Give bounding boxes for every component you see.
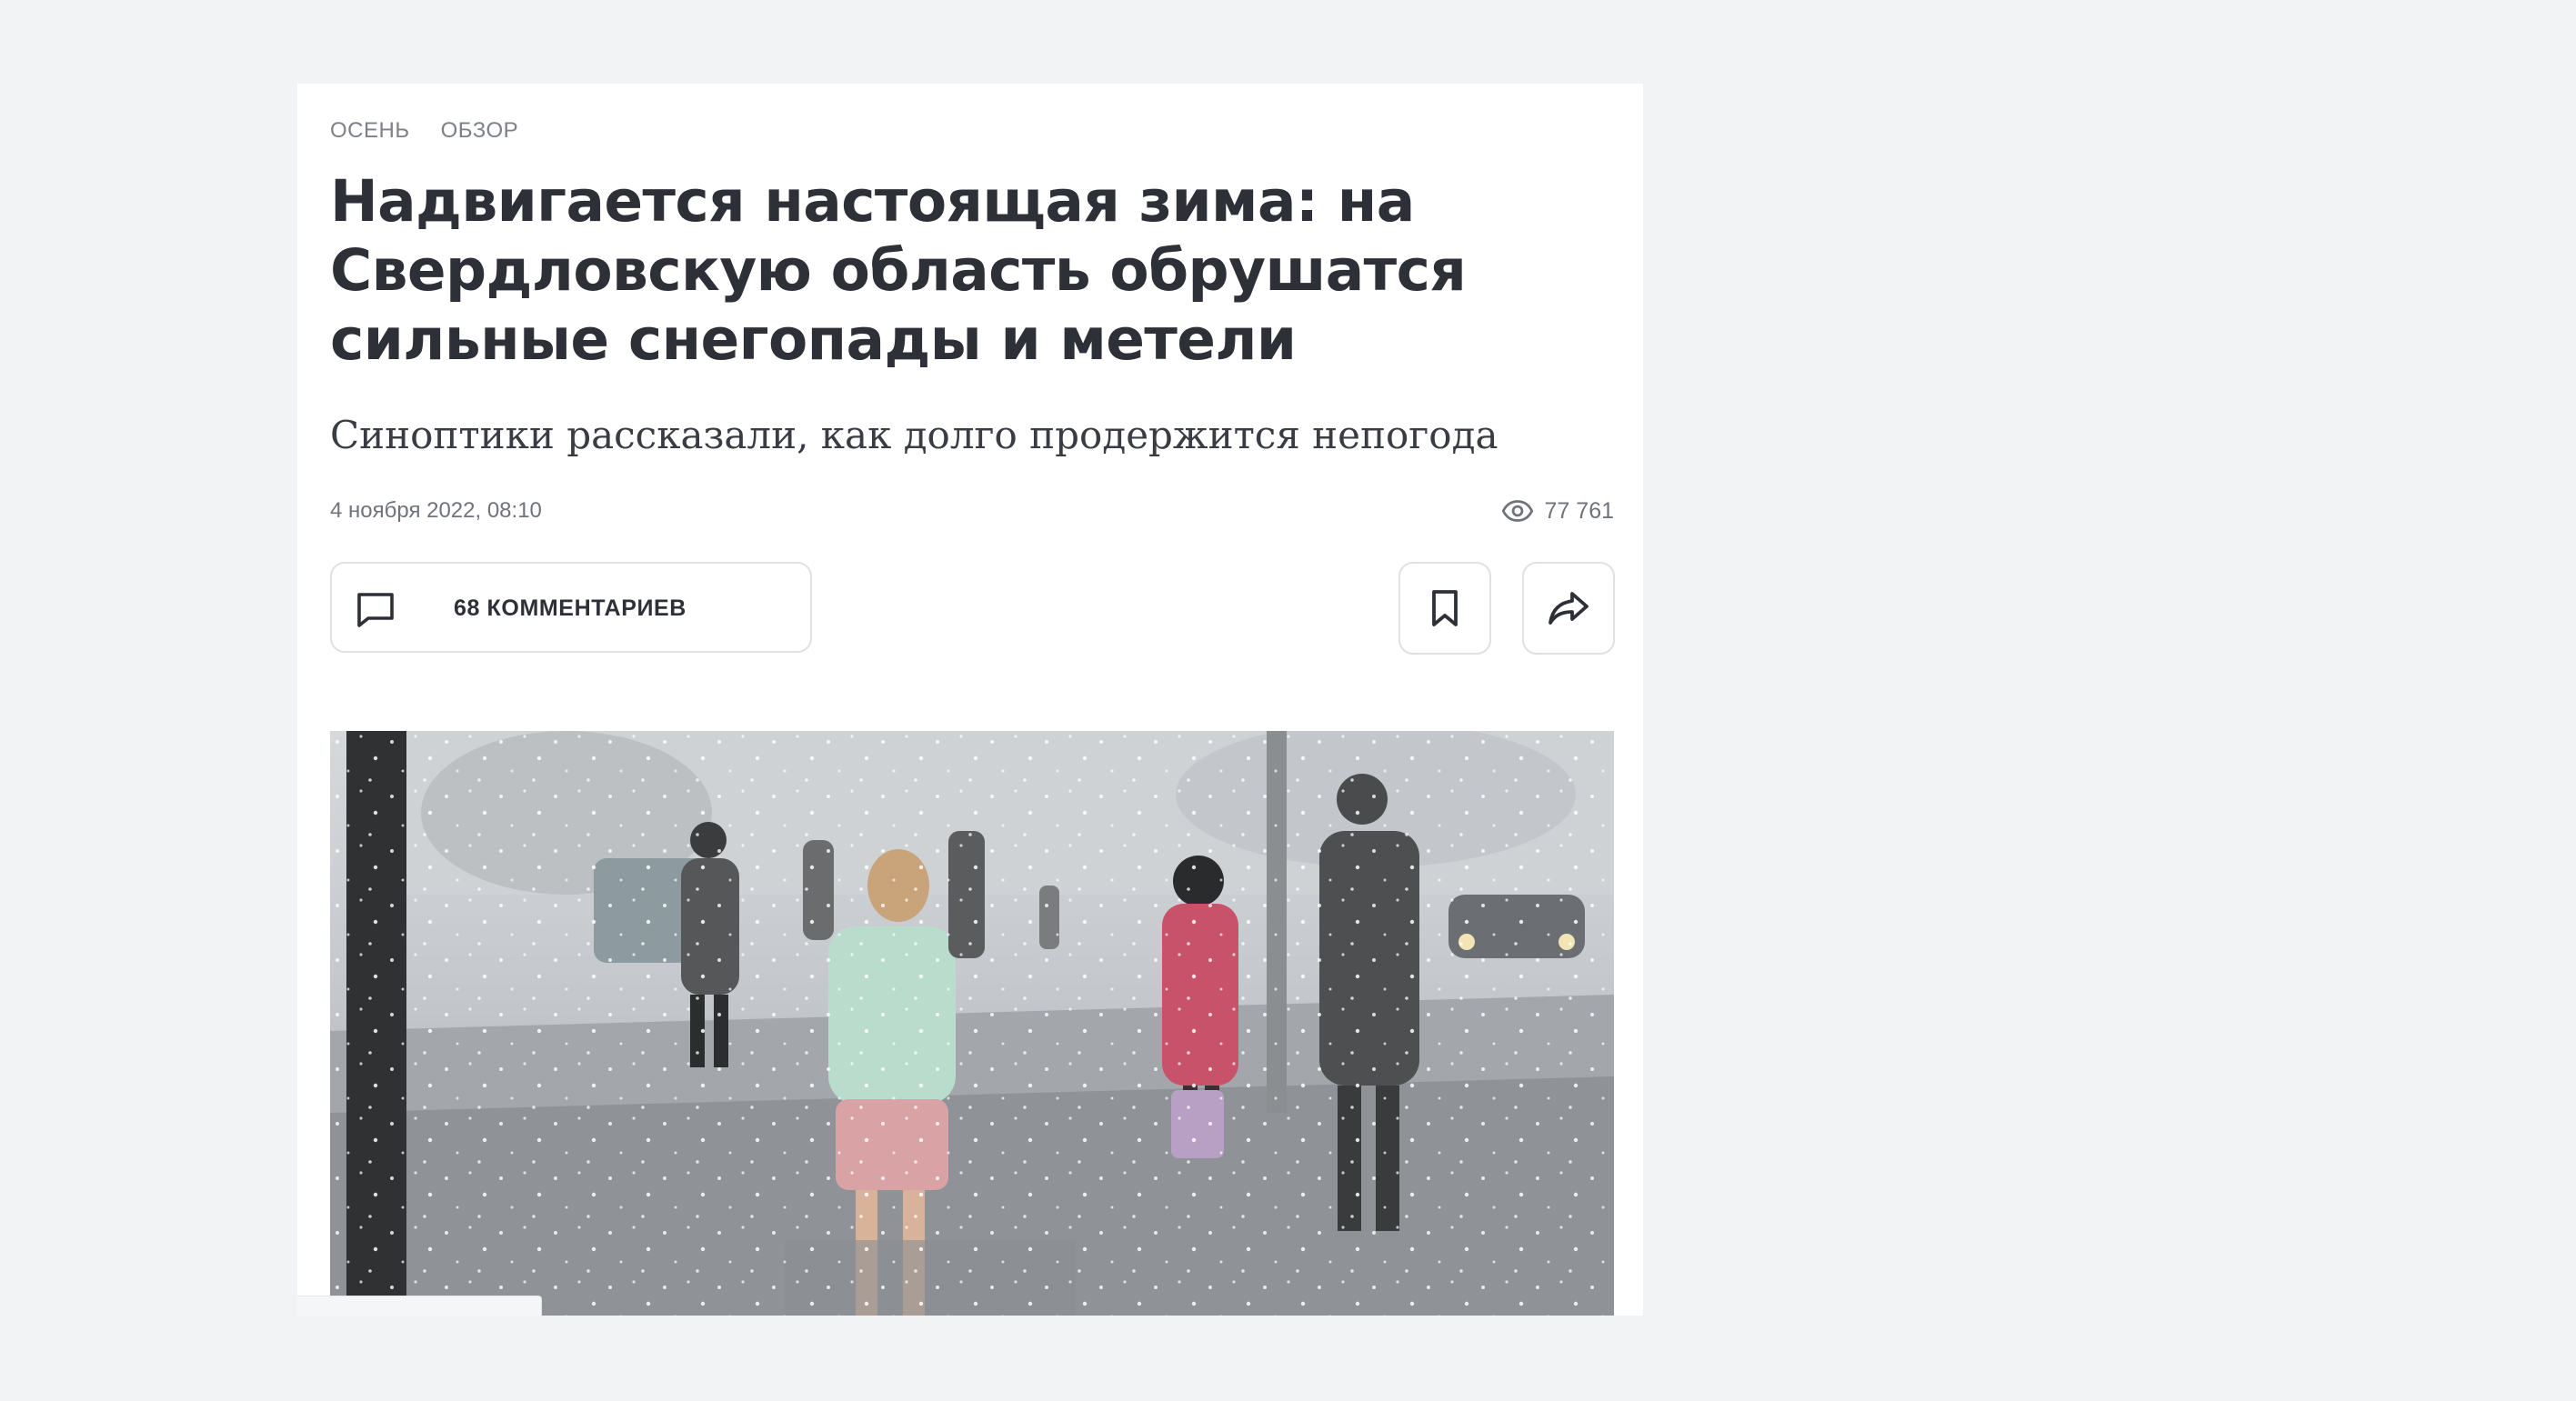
article-subtitle: Синоптики рассказали, как долго продержи…	[330, 413, 1498, 457]
bookmark-button[interactable]	[1398, 562, 1491, 655]
article-card: ОСЕНЬ ОБЗОР Надвигается настоящая зима: …	[297, 84, 1643, 1316]
comments-button[interactable]: 68 КОММЕНТАРИЕВ	[330, 562, 812, 653]
views-counter: 77 761	[1501, 495, 1614, 527]
comment-icon	[357, 593, 394, 627]
article-title: Надвигается настоящая зима: на Свердловс…	[330, 168, 1467, 373]
eye-icon	[1501, 500, 1533, 522]
publish-date: 4 ноября 2022, 08:10	[330, 498, 542, 523]
bottom-tab[interactable]	[297, 1296, 542, 1316]
comments-label: 68 КОММЕНТАРИЕВ	[454, 595, 687, 621]
bookmark-icon	[1432, 590, 1458, 626]
tag-review[interactable]: ОБЗОР	[441, 118, 519, 144]
snowy-street-image	[330, 731, 1614, 1316]
views-count: 77 761	[1544, 497, 1614, 524]
tag-autumn[interactable]: ОСЕНЬ	[330, 118, 410, 144]
share-button[interactable]	[1522, 562, 1615, 655]
article-photo	[330, 731, 1614, 1316]
share-icon	[1549, 592, 1589, 625]
tag-list: ОСЕНЬ ОБЗОР	[330, 118, 518, 144]
